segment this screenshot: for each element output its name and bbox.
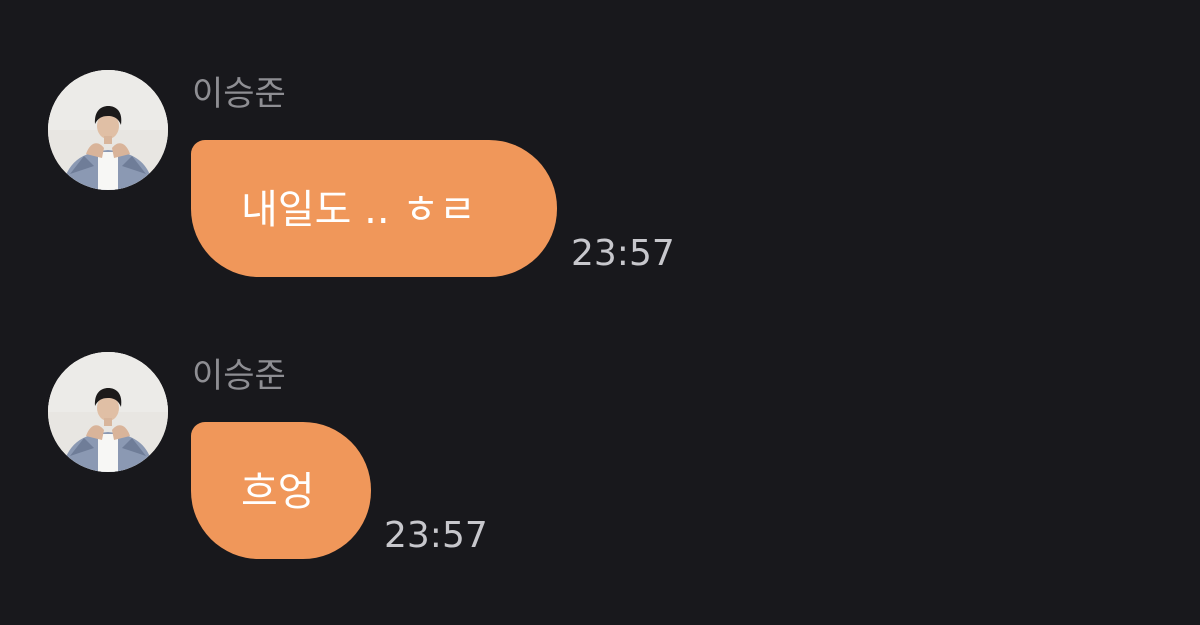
message-text: 내일도 .. ㅎㄹ: [241, 186, 476, 233]
message-timestamp: 23:57: [384, 515, 488, 556]
avatar-photo-icon: [48, 352, 168, 472]
message-bubble[interactable]: 흐엉: [191, 422, 371, 559]
sender-name: 이승준: [192, 74, 286, 114]
avatar[interactable]: [48, 70, 168, 190]
sender-name: 이승준: [192, 356, 286, 396]
message-text: 흐엉: [241, 468, 315, 515]
chat-area: 이승준 내일도 .. ㅎㄹ 23:57 이승준 흐엉 23:57: [0, 0, 1200, 625]
message-timestamp: 23:57: [571, 233, 675, 274]
avatar-photo-icon: [48, 70, 168, 190]
avatar[interactable]: [48, 352, 168, 472]
message-bubble[interactable]: 내일도 .. ㅎㄹ: [191, 140, 557, 277]
